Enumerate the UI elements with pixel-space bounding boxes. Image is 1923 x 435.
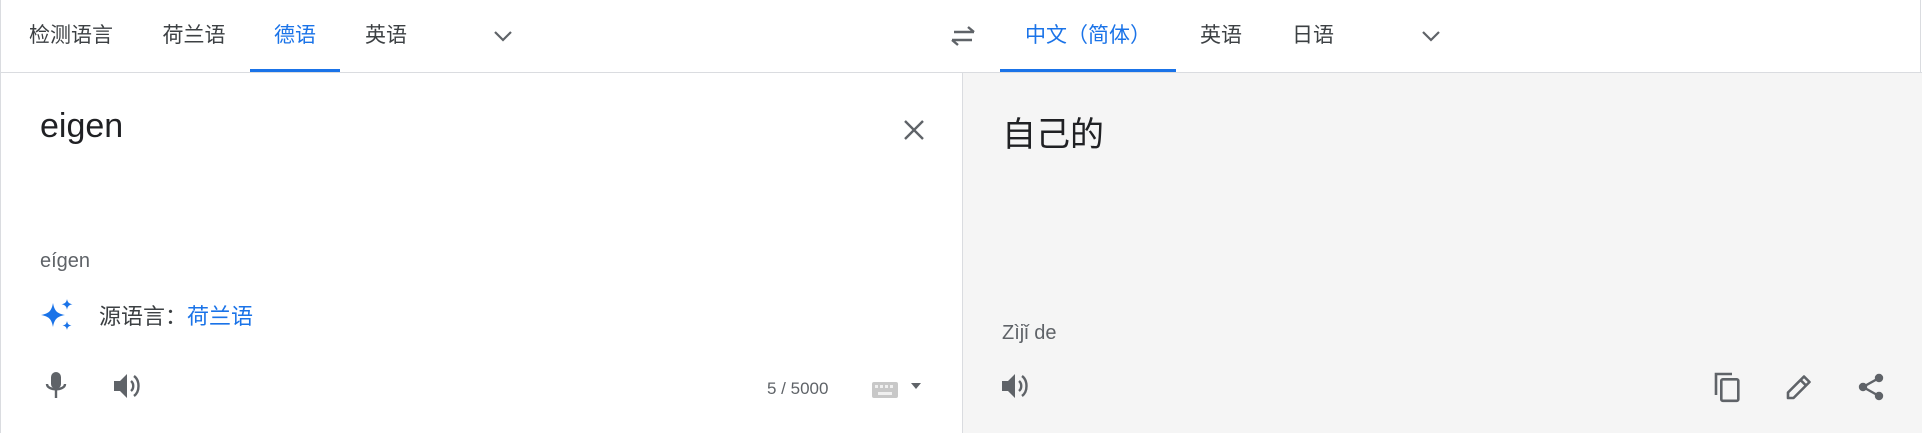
- keyboard-icon: [872, 382, 898, 398]
- target-panel: 自己的 Zìjǐ de: [962, 73, 1922, 433]
- sparkle-icon: [41, 299, 73, 330]
- source-language-hint: 源语言：荷兰语: [99, 299, 253, 331]
- target-languages-dropdown[interactable]: [1407, 16, 1455, 56]
- share-icon: [1858, 373, 1884, 401]
- tab-target-japanese[interactable]: 日语: [1277, 0, 1349, 72]
- language-bar: 检测语言 荷兰语 德语 英语 中文（简体） 英语 日语: [1, 0, 1922, 73]
- voice-input-button[interactable]: [33, 363, 79, 409]
- edit-translation-button[interactable]: [1775, 363, 1823, 411]
- sparkle-icon-wrap: [37, 295, 77, 335]
- tab-source-dutch[interactable]: 荷兰语: [149, 0, 239, 72]
- tab-target-chinese-simplified[interactable]: 中文（简体）: [1000, 0, 1176, 72]
- speaker-icon: [114, 374, 140, 398]
- input-tools-button[interactable]: [865, 375, 929, 405]
- source-language-prefix: 源语言：: [99, 304, 188, 329]
- pencil-icon: [1786, 375, 1811, 400]
- source-language-link[interactable]: 荷兰语: [187, 304, 253, 329]
- tab-target-english[interactable]: 英语: [1185, 0, 1257, 72]
- listen-source-button[interactable]: [105, 363, 151, 409]
- character-count: 5 / 5000: [767, 379, 829, 398]
- copy-translation-button[interactable]: [1703, 363, 1751, 411]
- source-transliteration: eígen: [40, 250, 91, 272]
- chevron-down-icon: [1422, 31, 1440, 42]
- swap-icon: [951, 26, 975, 46]
- copy-icon: [1714, 372, 1740, 403]
- translation-text: 自己的: [1002, 116, 1104, 154]
- translation-romanization: Zìjǐ de: [1002, 322, 1057, 344]
- listen-translation-button[interactable]: [993, 363, 1039, 409]
- tab-detect-language[interactable]: 检测语言: [15, 0, 127, 72]
- source-text-input[interactable]: eigen: [40, 107, 123, 146]
- tab-source-german[interactable]: 德语: [250, 0, 340, 72]
- clear-source-button[interactable]: [891, 107, 937, 153]
- tab-source-english[interactable]: 英语: [351, 0, 421, 72]
- swap-languages-button[interactable]: [941, 14, 985, 58]
- caret-down-icon: [911, 383, 921, 389]
- microphone-icon: [45, 372, 67, 398]
- speaker-icon: [1002, 374, 1028, 398]
- source-languages-dropdown[interactable]: [479, 16, 527, 56]
- share-translation-button[interactable]: [1847, 363, 1895, 411]
- source-panel: eigen eígen 源语言：荷兰语 5 / 5000: [1, 73, 962, 433]
- chevron-down-icon: [494, 31, 512, 42]
- translate-widget: 检测语言 荷兰语 德语 英语 中文（简体） 英语 日语 eigen eígen: [0, 0, 1922, 433]
- close-icon: [904, 120, 924, 140]
